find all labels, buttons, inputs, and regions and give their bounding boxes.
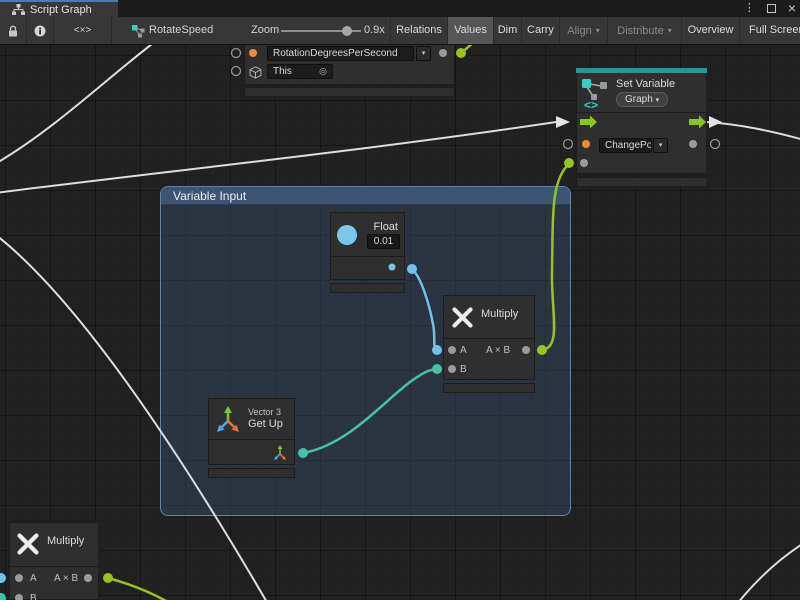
set-variable-graph-icon: <> — [581, 78, 611, 110]
vector3-icon — [214, 403, 242, 435]
value-port-connected[interactable] — [0, 593, 6, 600]
port-label-result: A × B — [54, 568, 78, 590]
node-set-variable[interactable]: <> Set Variable Graph ▾ ChangePos ▾ — [576, 68, 707, 174]
carry-button[interactable]: Carry — [521, 17, 559, 44]
value-port-connected[interactable] — [456, 48, 466, 58]
chevron-down-icon: ▾ — [664, 26, 672, 35]
control-wire[interactable] — [0, 32, 168, 164]
lock-button[interactable] — [0, 17, 27, 44]
vector3-output-icon — [272, 444, 288, 461]
node-separator — [577, 112, 706, 113]
node-multiply-2[interactable]: Multiply A A × B B — [9, 522, 99, 600]
dim-button[interactable]: Dim — [493, 17, 521, 44]
node-footer — [576, 177, 707, 187]
set-variable-name: ChangePos — [605, 140, 652, 151]
node-separator — [444, 338, 534, 339]
gameobject-cube-icon — [249, 66, 262, 79]
get-variable-name-dropdown[interactable]: RotationDegreesPerSecond — [267, 46, 414, 61]
port-label-b: B — [460, 359, 467, 381]
multiply-icon — [451, 306, 474, 329]
control-wire[interactable] — [737, 543, 800, 600]
tab-script-graph[interactable]: Script Graph — [0, 0, 118, 17]
node-separator — [10, 566, 98, 567]
zoom-label: Zoom — [251, 17, 279, 44]
value-port-connected[interactable] — [103, 573, 113, 583]
maximize-icon[interactable] — [767, 4, 776, 13]
get-up-title: Get Up — [248, 418, 283, 430]
port-label-result: A × B — [486, 340, 510, 362]
vector3-type-label: Vector 3 — [248, 407, 281, 417]
node-footer — [208, 468, 295, 478]
set-variable-accent-stripe — [576, 68, 707, 73]
zoom-slider-handle[interactable] — [342, 26, 352, 36]
port-label-b: B — [30, 588, 37, 600]
overview-button[interactable]: Overview — [681, 17, 739, 44]
graph-asset-icon — [132, 25, 145, 38]
group-title: Variable Input — [173, 189, 246, 203]
zoom-slider[interactable] — [281, 30, 361, 32]
node-vector3-get-up[interactable]: Vector 3 Get Up — [208, 398, 295, 465]
full-screen-button[interactable]: Full Screen — [739, 17, 800, 44]
get-variable-target-field[interactable]: This ◎ — [267, 64, 333, 79]
values-button[interactable]: Values — [447, 17, 493, 44]
multiply-title: Multiply — [481, 308, 518, 320]
code-preview-icon: <×> — [74, 25, 92, 36]
svg-text:<>: <> — [584, 98, 598, 110]
value-port-empty[interactable] — [711, 140, 720, 149]
distribute-button[interactable]: Distribute▾ — [607, 17, 681, 44]
group-header[interactable]: Variable Input — [161, 187, 570, 205]
value-port-connected[interactable] — [564, 158, 574, 168]
lock-icon — [7, 25, 19, 37]
relations-button[interactable]: Relations — [390, 17, 447, 44]
inspect-button[interactable] — [27, 17, 54, 44]
info-icon — [34, 25, 46, 37]
graph-name-label: RotateSpeed — [149, 17, 213, 44]
chevron-down-icon: ▾ — [592, 26, 600, 35]
more-menu-icon[interactable]: ⋮ — [744, 0, 755, 17]
value-port-empty[interactable] — [232, 49, 241, 58]
float-title: Float — [374, 221, 398, 233]
variable-scope-button[interactable]: Graph ▾ — [616, 92, 668, 107]
script-graph-window: Variable Input RotationDegreesPerSecond … — [0, 0, 800, 600]
float-value-input[interactable]: 0.01 — [367, 234, 400, 249]
port-label-a: A — [30, 568, 37, 590]
control-wire-arrowhead — [709, 116, 722, 128]
graph-toolbar: <×> RotateSpeed Zoom 0.9x Relations Valu… — [0, 17, 800, 45]
window-controls: ⋮ × — [744, 0, 796, 17]
control-wire-into-set-variable[interactable] — [0, 122, 556, 193]
zoom-value: 0.9x — [364, 17, 385, 44]
get-variable-name: RotationDegreesPerSecond — [273, 48, 398, 59]
node-footer — [443, 383, 535, 393]
control-wire-out-of-set-variable[interactable] — [706, 122, 800, 140]
window-title-bar: Script Graph ⋮ × — [0, 0, 800, 17]
float-type-icon — [336, 224, 358, 246]
value-wire-multiply2-out[interactable] — [108, 578, 166, 600]
graph-hierarchy-icon — [12, 4, 25, 16]
node-get-variable[interactable]: RotationDegreesPerSecond ▾ This ◎ — [244, 41, 455, 85]
code-preview-button[interactable]: <×> — [54, 17, 112, 44]
value-port-connected[interactable] — [0, 573, 6, 583]
set-variable-dropdown-button[interactable]: ▾ — [653, 138, 668, 153]
node-float-literal[interactable]: Float 0.01 — [330, 212, 405, 280]
object-picker-icon[interactable]: ◎ — [319, 65, 327, 78]
value-port-empty[interactable] — [564, 140, 573, 149]
set-variable-title: Set Variable — [616, 78, 675, 90]
node-separator — [331, 256, 404, 257]
target-value: This — [273, 66, 292, 77]
get-variable-dropdown-button[interactable]: ▾ — [416, 46, 431, 61]
multiply-title: Multiply — [47, 535, 84, 547]
node-multiply[interactable]: Multiply A A × B B — [443, 295, 535, 380]
multiply-icon — [16, 532, 40, 556]
value-port-empty[interactable] — [232, 67, 241, 76]
control-wire-arrowhead — [556, 116, 570, 128]
tab-label: Script Graph — [30, 4, 92, 16]
node-footer — [330, 283, 405, 293]
close-icon[interactable]: × — [788, 0, 796, 17]
node-separator — [209, 439, 294, 440]
node-footer — [244, 87, 455, 97]
set-variable-name-dropdown[interactable]: ChangePos — [599, 138, 652, 153]
align-button[interactable]: Align▾ — [559, 17, 607, 44]
